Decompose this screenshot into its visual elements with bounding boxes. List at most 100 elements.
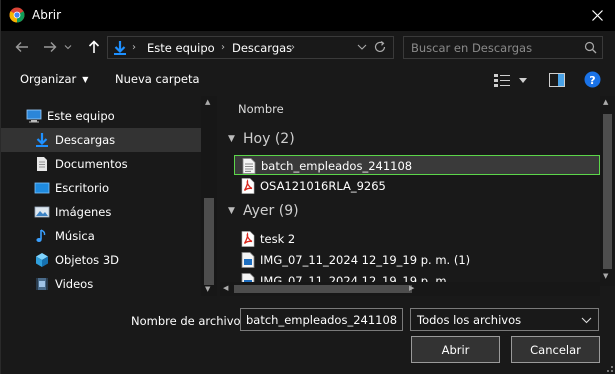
forward-arrow-icon[interactable] [42, 39, 58, 55]
documents-icon [37, 157, 47, 171]
nav-item-este-equipo[interactable]: Este equipo [0, 104, 201, 128]
resize-grip-icon[interactable] [603, 362, 613, 372]
collapse-chevron-icon: ▼ [228, 134, 235, 144]
filename-label: Nombre de archivo: [131, 314, 245, 328]
nav-item-videos[interactable]: Videos [0, 272, 201, 296]
group-header-today[interactable]: ▼ Hoy (2) [220, 131, 600, 151]
organize-label: Organizar [20, 72, 77, 86]
organize-caret-icon: ▼ [82, 75, 89, 84]
command-bar: Organizar ▼ Nueva carpeta ? [0, 63, 615, 96]
file-name: batch_empleados_241108 [261, 159, 413, 173]
up-arrow-icon[interactable] [86, 39, 102, 55]
file-type-select[interactable]: Todos los archivos [410, 308, 599, 331]
music-icon [36, 229, 46, 242]
breadcrumb-separator: › [291, 42, 295, 53]
address-row: › Este equipo › Descargas › Buscar en De… [0, 31, 615, 63]
chevron-down-icon [581, 317, 592, 324]
scroll-left-arrow-icon[interactable]: ◀ [223, 284, 228, 292]
nav-item-escritorio[interactable]: Escritorio [0, 176, 201, 200]
file-name: OSA121016RLA_9265 [260, 179, 386, 193]
navigation-pane: Este equipo Descargas Documentos Escrito… [0, 96, 217, 296]
image-file-icon [241, 252, 255, 268]
breadcrumb-este-equipo[interactable]: Este equipo [147, 41, 215, 55]
svg-text:?: ? [589, 74, 595, 87]
nav-item-label: Videos [55, 277, 94, 291]
help-icon[interactable]: ? [584, 71, 601, 88]
breadcrumb-descargas[interactable]: Descargas [232, 41, 292, 55]
vertical-scrollbar-thumb[interactable] [603, 114, 612, 269]
nav-item-label: Música [55, 229, 95, 243]
organize-button[interactable]: Organizar ▼ [20, 72, 88, 86]
file-item[interactable]: batch_empleados_241108 [234, 155, 600, 175]
scroll-down-arrow-icon[interactable]: ▼ [205, 285, 210, 293]
file-item[interactable]: OSA121016RLA_9265 [234, 176, 600, 196]
filename-value: batch_empleados_241108 [246, 313, 398, 327]
nav-scrollbar[interactable]: ▲ ▼ [201, 96, 217, 296]
cancel-button-label: Cancelar [530, 343, 581, 357]
breadcrumb-separator: › [132, 42, 136, 53]
preview-pane-icon[interactable] [549, 73, 565, 87]
address-bar[interactable]: › Este equipo › Descargas › [107, 36, 394, 59]
group-label: Ayer (9) [243, 203, 299, 219]
close-icon [592, 10, 603, 21]
new-folder-button[interactable]: Nueva carpeta [115, 72, 200, 86]
file-list-pane: Nombre ▼ Hoy (2) batch_empleados_241108 … [220, 96, 615, 296]
file-type-value: Todos los archivos [417, 313, 522, 327]
file-item[interactable]: IMG_07_11_2024 12_19_19 p. m. (1) [234, 250, 600, 270]
nav-item-label: Este equipo [47, 109, 115, 123]
change-view-icon[interactable] [494, 73, 510, 87]
nav-item-label: Documentos [55, 157, 128, 171]
close-button[interactable] [579, 0, 615, 31]
scroll-down-arrow-icon[interactable]: ▼ [603, 272, 608, 280]
cancel-button[interactable]: Cancelar [511, 336, 600, 363]
nav-item-label: Escritorio [55, 181, 110, 195]
horizontal-scrollbar-thumb[interactable] [234, 285, 412, 293]
view-options-chevron-icon[interactable] [519, 78, 527, 84]
group-header-yesterday[interactable]: ▼ Ayer (9) [220, 203, 600, 223]
videos-icon [36, 278, 48, 290]
search-icon [584, 41, 597, 54]
nav-scrollbar-thumb[interactable] [204, 198, 214, 285]
scroll-up-arrow-icon[interactable]: ▲ [603, 98, 608, 106]
file-name-panel: Nombre de archivo: batch_empleados_24110… [0, 296, 615, 374]
pdf-icon [241, 231, 255, 247]
chrome-icon [9, 7, 25, 23]
breadcrumb-separator: › [221, 42, 225, 53]
open-button[interactable]: Abrir [411, 336, 500, 363]
group-label: Hoy (2) [243, 131, 295, 147]
window-title: Abrir [32, 8, 62, 22]
file-name: IMG_07_11_2024 12_19_19 p. m. (1) [260, 253, 471, 267]
filename-input[interactable]: batch_empleados_241108 [240, 308, 403, 331]
file-name: tesk 2 [260, 232, 296, 246]
scroll-up-arrow-icon[interactable]: ▲ [205, 98, 210, 106]
search-placeholder: Buscar en Descargas [411, 41, 533, 55]
downloads-icon [36, 133, 48, 147]
nav-item-descargas[interactable]: Descargas [0, 128, 201, 152]
nav-item-label: Descargas [55, 133, 116, 147]
file-list-vertical-scrollbar[interactable]: ▲ ▼ [600, 96, 615, 286]
nav-item-documentos[interactable]: Documentos [0, 152, 201, 176]
nav-item-imagenes[interactable]: Imágenes [0, 200, 201, 224]
file-item[interactable]: tesk 2 [234, 229, 600, 249]
recent-locations-chevron-icon[interactable] [64, 43, 72, 51]
file-list-horizontal-scrollbar[interactable]: ◀ ▶ [220, 282, 600, 296]
open-button-label: Abrir [441, 343, 470, 357]
search-box[interactable]: Buscar en Descargas [403, 36, 603, 59]
collapse-chevron-icon: ▼ [228, 206, 235, 216]
pictures-icon [34, 206, 50, 218]
pdf-icon [241, 178, 255, 194]
nav-item-label: Objetos 3D [55, 253, 119, 267]
scroll-right-arrow-icon[interactable]: ▶ [409, 284, 414, 292]
computer-icon [26, 109, 42, 123]
nav-item-objetos-3d[interactable]: Objetos 3D [0, 248, 201, 272]
back-arrow-icon[interactable] [14, 39, 30, 55]
downloads-location-icon [114, 41, 126, 55]
column-header-name[interactable]: Nombre [238, 102, 284, 116]
refresh-icon[interactable] [373, 40, 387, 54]
text-file-icon [242, 158, 256, 174]
objects3d-icon [36, 253, 48, 267]
address-dropdown-chevron-icon[interactable] [357, 40, 367, 54]
nav-item-musica[interactable]: Música [0, 224, 201, 248]
nav-item-label: Imágenes [55, 205, 112, 219]
desktop-icon [34, 182, 50, 194]
